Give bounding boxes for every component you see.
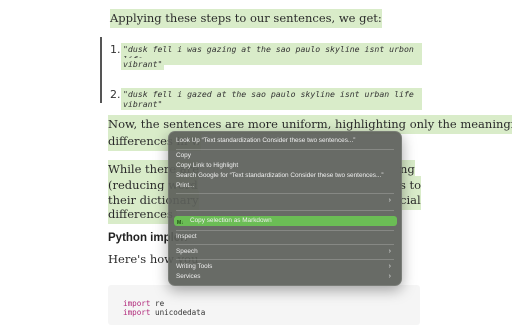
menu-item-label: Speech <box>176 248 198 255</box>
menu-item-label: Copy selection as Markdown <box>190 217 272 224</box>
list-item-2: "dusk fell i gazed at the sao paulo skyl… <box>121 88 422 110</box>
menu-item-inspect[interactable]: Inspect <box>175 232 395 242</box>
menu-item-label: Inspect <box>176 233 197 240</box>
paragraph-3-right-3: cial <box>400 191 421 210</box>
menu-item-label: Search Google for “Text standardization … <box>176 172 384 179</box>
list-number-2: 2. <box>110 88 121 101</box>
menu-separator <box>176 259 394 260</box>
code-keyword: import <box>123 299 151 308</box>
menu-separator <box>176 244 394 245</box>
chevron-right-icon: › <box>388 273 391 280</box>
chevron-right-icon: › <box>388 197 391 204</box>
list-item-1-line2: vibrant" <box>121 58 165 70</box>
intro-paragraph: Applying these steps to our sentences, w… <box>110 9 382 28</box>
code-block: import re import unicodedata <box>108 285 420 325</box>
list-number-1: 1. <box>110 43 121 56</box>
menu-item-search-google[interactable]: Search Google for “Text standardization … <box>175 171 395 181</box>
paragraph-3-line4: differences. <box>108 205 177 224</box>
menu-item-label: Look Up “Text standardization Consider t… <box>176 137 356 144</box>
code-text: re <box>150 299 165 308</box>
menu-item-speech[interactable]: Speech › <box>175 247 395 257</box>
chevron-right-icon: › <box>388 248 391 255</box>
numbered-list: 1. "dusk fell i was gazing at the sao pa… <box>100 37 422 110</box>
chevron-right-icon: › <box>388 263 391 270</box>
code-keyword: import <box>123 308 151 317</box>
menu-item-label: Copy Link to Highlight <box>176 162 239 169</box>
markdown-icon: M↓ <box>177 220 184 226</box>
code-line-1: import re <box>123 299 164 308</box>
code-text: unicodedata <box>150 308 206 317</box>
menu-item-copy-link-to-highlight[interactable]: Copy Link to Highlight <box>175 161 395 171</box>
menu-item-copy-selection-as-markdown[interactable]: M↓ Copy selection as Markdown <box>174 216 397 226</box>
menu-item-services[interactable]: Services › <box>175 272 395 282</box>
menu-item-submenu-unlabeled[interactable]: › <box>175 196 395 206</box>
menu-separator <box>176 210 394 211</box>
context-menu: Look Up “Text standardization Consider t… <box>168 131 402 286</box>
menu-item-label: Print... <box>176 182 195 189</box>
menu-item-writing-tools[interactable]: Writing Tools › <box>175 262 395 272</box>
menu-separator <box>176 193 394 194</box>
menu-item-label: Copy <box>176 152 191 159</box>
menu-separator <box>176 149 394 150</box>
list-item-1-line1: "dusk fell i was gazing at the sao paulo… <box>121 43 422 65</box>
menu-item-look-up[interactable]: Look Up “Text standardization Consider t… <box>175 136 395 146</box>
menu-item-label: Services <box>176 273 201 280</box>
menu-separator <box>176 230 394 231</box>
menu-item-print[interactable]: Print... <box>175 181 395 191</box>
menu-item-copy[interactable]: Copy <box>175 151 395 161</box>
menu-item-label: Writing Tools <box>176 263 213 270</box>
code-line-2: import unicodedata <box>123 308 205 317</box>
